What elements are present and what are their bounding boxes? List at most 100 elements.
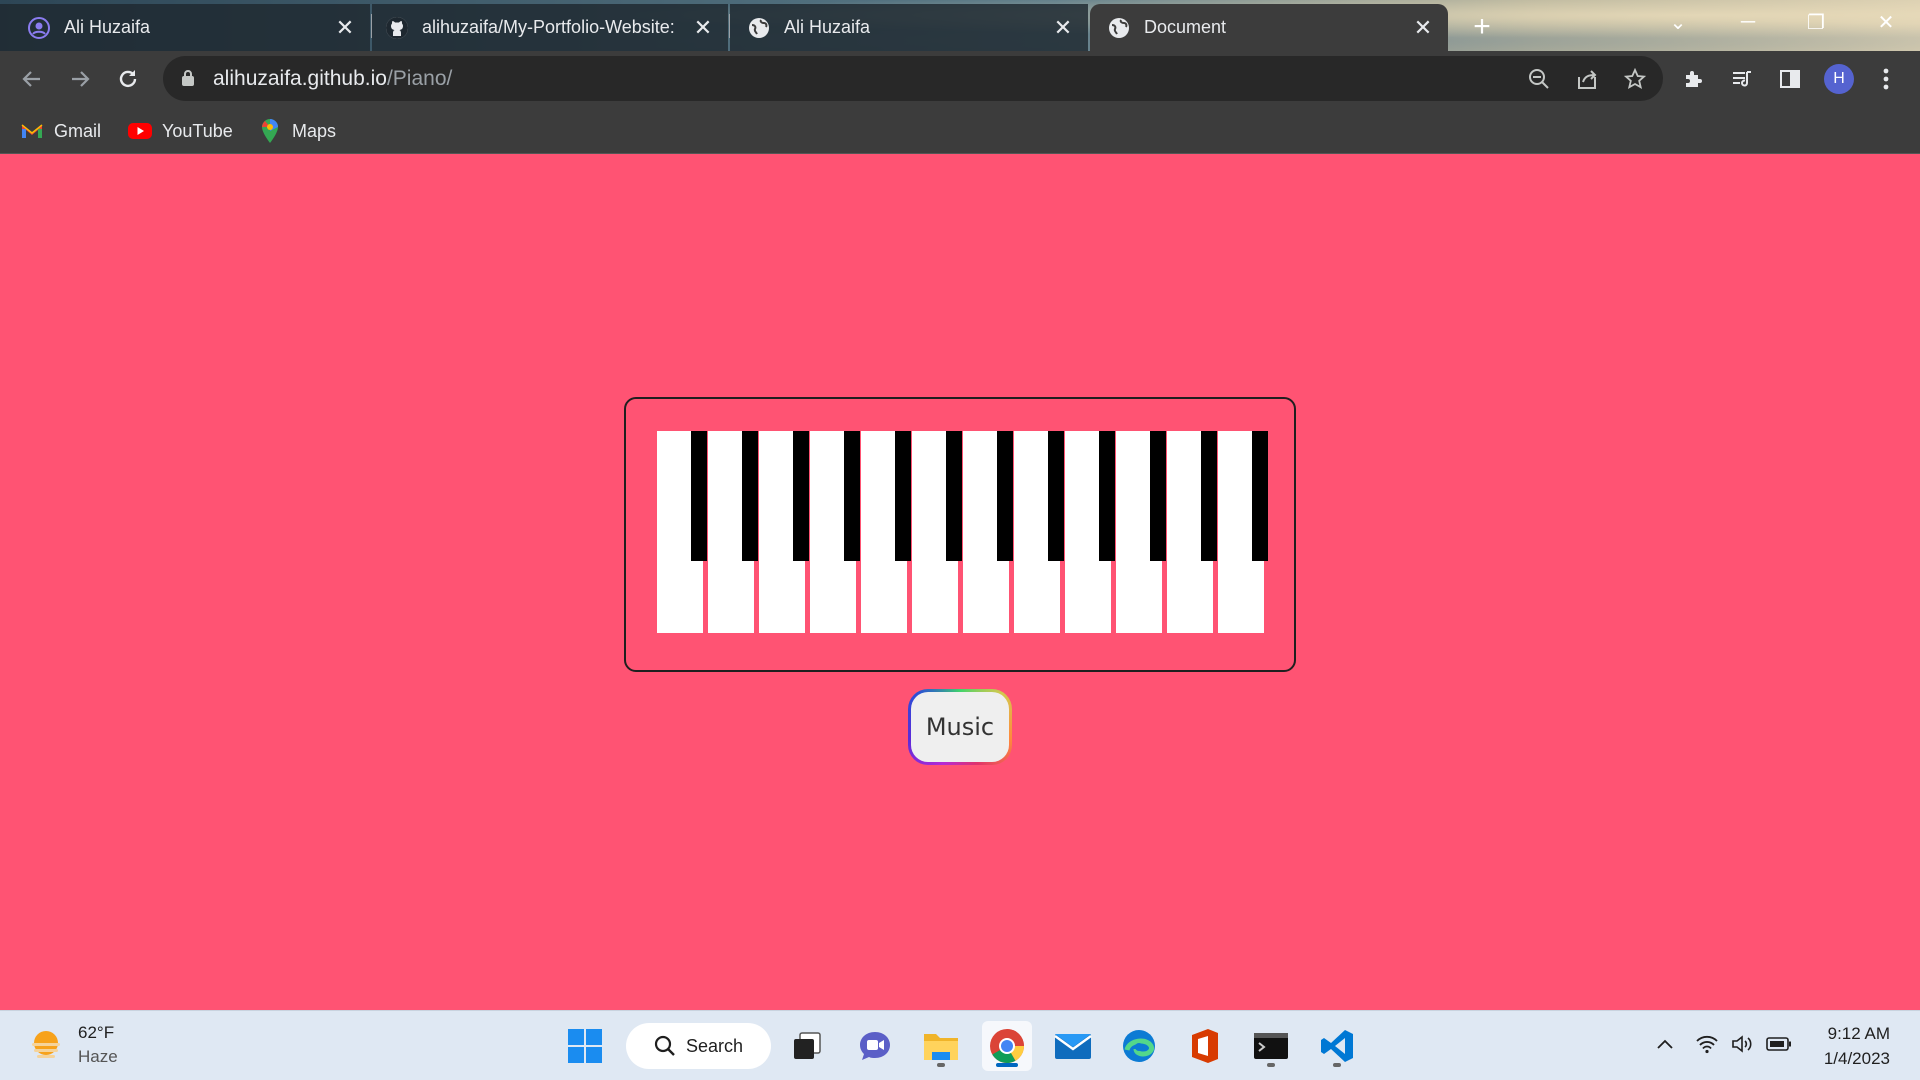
tab-ali-huzaifa-portfolio[interactable]: Ali Huzaifa ✕ bbox=[0, 4, 370, 51]
piano-black-key[interactable] bbox=[997, 431, 1013, 561]
more-menu-icon[interactable] bbox=[1868, 61, 1904, 97]
globe-icon bbox=[748, 17, 770, 39]
portfolio-icon bbox=[28, 16, 50, 39]
tab-title: Ali Huzaifa bbox=[64, 17, 151, 37]
tab-search-chevron-icon[interactable]: ⌄ bbox=[1650, 0, 1706, 44]
youtube-icon bbox=[128, 119, 152, 143]
tab-separator bbox=[729, 14, 730, 38]
zoom-icon[interactable] bbox=[1525, 65, 1553, 93]
piano-black-key[interactable] bbox=[1252, 431, 1268, 561]
piano-black-key[interactable] bbox=[1099, 431, 1115, 561]
terminal-icon bbox=[1254, 1033, 1288, 1059]
close-window-button[interactable]: ✕ bbox=[1858, 0, 1914, 44]
weather-widget[interactable]: 62°F Haze bbox=[28, 1021, 118, 1069]
system-clock[interactable]: 9:12 AM 1/4/2023 bbox=[1824, 1021, 1890, 1071]
piano-black-key[interactable] bbox=[1150, 431, 1166, 561]
side-panel-icon[interactable] bbox=[1772, 61, 1808, 97]
bookmark-youtube[interactable]: YouTube bbox=[128, 116, 233, 146]
running-indicator bbox=[937, 1063, 945, 1067]
bookmark-star-icon[interactable] bbox=[1621, 65, 1649, 93]
weather-condition: Haze bbox=[78, 1047, 118, 1066]
profile-avatar[interactable]: H bbox=[1824, 64, 1854, 94]
terminal-button[interactable] bbox=[1246, 1021, 1296, 1071]
piano-black-key[interactable] bbox=[1201, 431, 1217, 561]
music-button[interactable]: Music bbox=[908, 689, 1012, 765]
chrome-icon bbox=[990, 1029, 1024, 1063]
tab-ali-huzaifa[interactable]: Ali Huzaifa ✕ bbox=[730, 4, 1088, 51]
battery-icon[interactable] bbox=[1764, 1029, 1794, 1059]
vscode-icon bbox=[1321, 1030, 1353, 1062]
active-indicator bbox=[996, 1063, 1018, 1067]
office-button[interactable] bbox=[1180, 1021, 1230, 1071]
piano-black-key[interactable] bbox=[844, 431, 860, 561]
windows-taskbar: 62°F Haze Search 9:12 AM 1/4/2023 bbox=[0, 1010, 1920, 1080]
mail-icon bbox=[1054, 1034, 1092, 1059]
piano-black-key[interactable] bbox=[946, 431, 962, 561]
bookmark-label: YouTube bbox=[162, 120, 233, 141]
wifi-icon[interactable] bbox=[1692, 1029, 1722, 1059]
search-label: Search bbox=[686, 1035, 744, 1056]
weather-temperature: 62°F bbox=[78, 1023, 115, 1042]
url-path: /Piano/ bbox=[386, 67, 453, 90]
media-control-icon[interactable] bbox=[1724, 61, 1760, 97]
teams-chat-button[interactable] bbox=[850, 1021, 900, 1071]
lock-icon[interactable] bbox=[181, 69, 195, 87]
minimize-button[interactable]: ─ bbox=[1720, 0, 1776, 44]
tab-github-repo[interactable]: alihuzaifa/My-Portfolio-Website: ✕ bbox=[372, 4, 728, 51]
forward-button[interactable] bbox=[62, 61, 98, 97]
chrome-button[interactable] bbox=[982, 1021, 1032, 1071]
edge-icon bbox=[1123, 1030, 1155, 1062]
folder-icon bbox=[924, 1034, 958, 1060]
tab-separator bbox=[371, 14, 372, 38]
piano-black-key[interactable] bbox=[793, 431, 809, 561]
reload-button[interactable] bbox=[110, 61, 146, 97]
extensions-icon[interactable] bbox=[1676, 61, 1712, 97]
close-icon[interactable]: ✕ bbox=[1412, 15, 1434, 40]
running-indicator bbox=[1333, 1063, 1341, 1067]
close-icon[interactable]: ✕ bbox=[1052, 15, 1074, 40]
mail-button[interactable] bbox=[1048, 1021, 1098, 1071]
chevron-up-icon[interactable] bbox=[1650, 1029, 1680, 1059]
bookmark-maps[interactable]: Maps bbox=[258, 116, 336, 146]
clock-time: 9:12 AM bbox=[1827, 1024, 1890, 1043]
browser-toolbar: alihuzaifa.github.io/Piano/ H bbox=[0, 51, 1920, 107]
taskbar-search[interactable]: Search bbox=[626, 1023, 771, 1069]
arrow-right-icon bbox=[72, 71, 90, 87]
restore-button[interactable]: ❐ bbox=[1788, 0, 1844, 44]
clock-date: 1/4/2023 bbox=[1823, 1049, 1890, 1068]
github-icon bbox=[386, 16, 408, 39]
piano-black-key[interactable] bbox=[1048, 431, 1064, 561]
teams-chat-icon bbox=[860, 1032, 890, 1060]
music-button-label: Music bbox=[911, 692, 1009, 762]
windows-logo-icon bbox=[568, 1029, 602, 1063]
new-tab-button[interactable]: + bbox=[1463, 8, 1501, 46]
volume-icon[interactable] bbox=[1728, 1029, 1758, 1059]
address-bar[interactable]: alihuzaifa.github.io/Piano/ bbox=[163, 56, 1663, 101]
close-icon[interactable]: ✕ bbox=[334, 15, 356, 40]
tab-document[interactable]: Document ✕ bbox=[1090, 4, 1448, 51]
back-button[interactable] bbox=[14, 61, 50, 97]
close-icon[interactable]: ✕ bbox=[692, 15, 714, 40]
running-indicator bbox=[1267, 1063, 1275, 1067]
file-explorer-button[interactable] bbox=[916, 1021, 966, 1071]
tab-strip: Ali Huzaifa ✕ alihuzaifa/My-Portfolio-We… bbox=[0, 0, 1920, 51]
share-icon[interactable] bbox=[1573, 65, 1601, 93]
piano-keyboard bbox=[657, 431, 1268, 633]
url-host: alihuzaifa.github.io bbox=[213, 67, 387, 90]
haze-sun-icon bbox=[32, 1031, 60, 1058]
task-view-icon bbox=[794, 1032, 821, 1059]
piano-black-key[interactable] bbox=[691, 431, 707, 561]
edge-button[interactable] bbox=[1114, 1021, 1164, 1071]
start-button[interactable] bbox=[560, 1021, 610, 1071]
tab-title: Document bbox=[1144, 17, 1227, 37]
url-text: alihuzaifa.github.io/Piano/ bbox=[213, 67, 452, 91]
task-view-button[interactable] bbox=[782, 1021, 832, 1071]
office-icon bbox=[1192, 1029, 1218, 1063]
piano-black-key[interactable] bbox=[742, 431, 758, 561]
piano-black-key[interactable] bbox=[895, 431, 911, 561]
bookmark-label: Gmail bbox=[54, 120, 102, 141]
bookmark-gmail[interactable]: Gmail bbox=[20, 116, 101, 146]
tab-title: Ali Huzaifa bbox=[784, 17, 871, 37]
vscode-button[interactable] bbox=[1312, 1021, 1362, 1071]
arrow-left-icon bbox=[22, 71, 40, 87]
